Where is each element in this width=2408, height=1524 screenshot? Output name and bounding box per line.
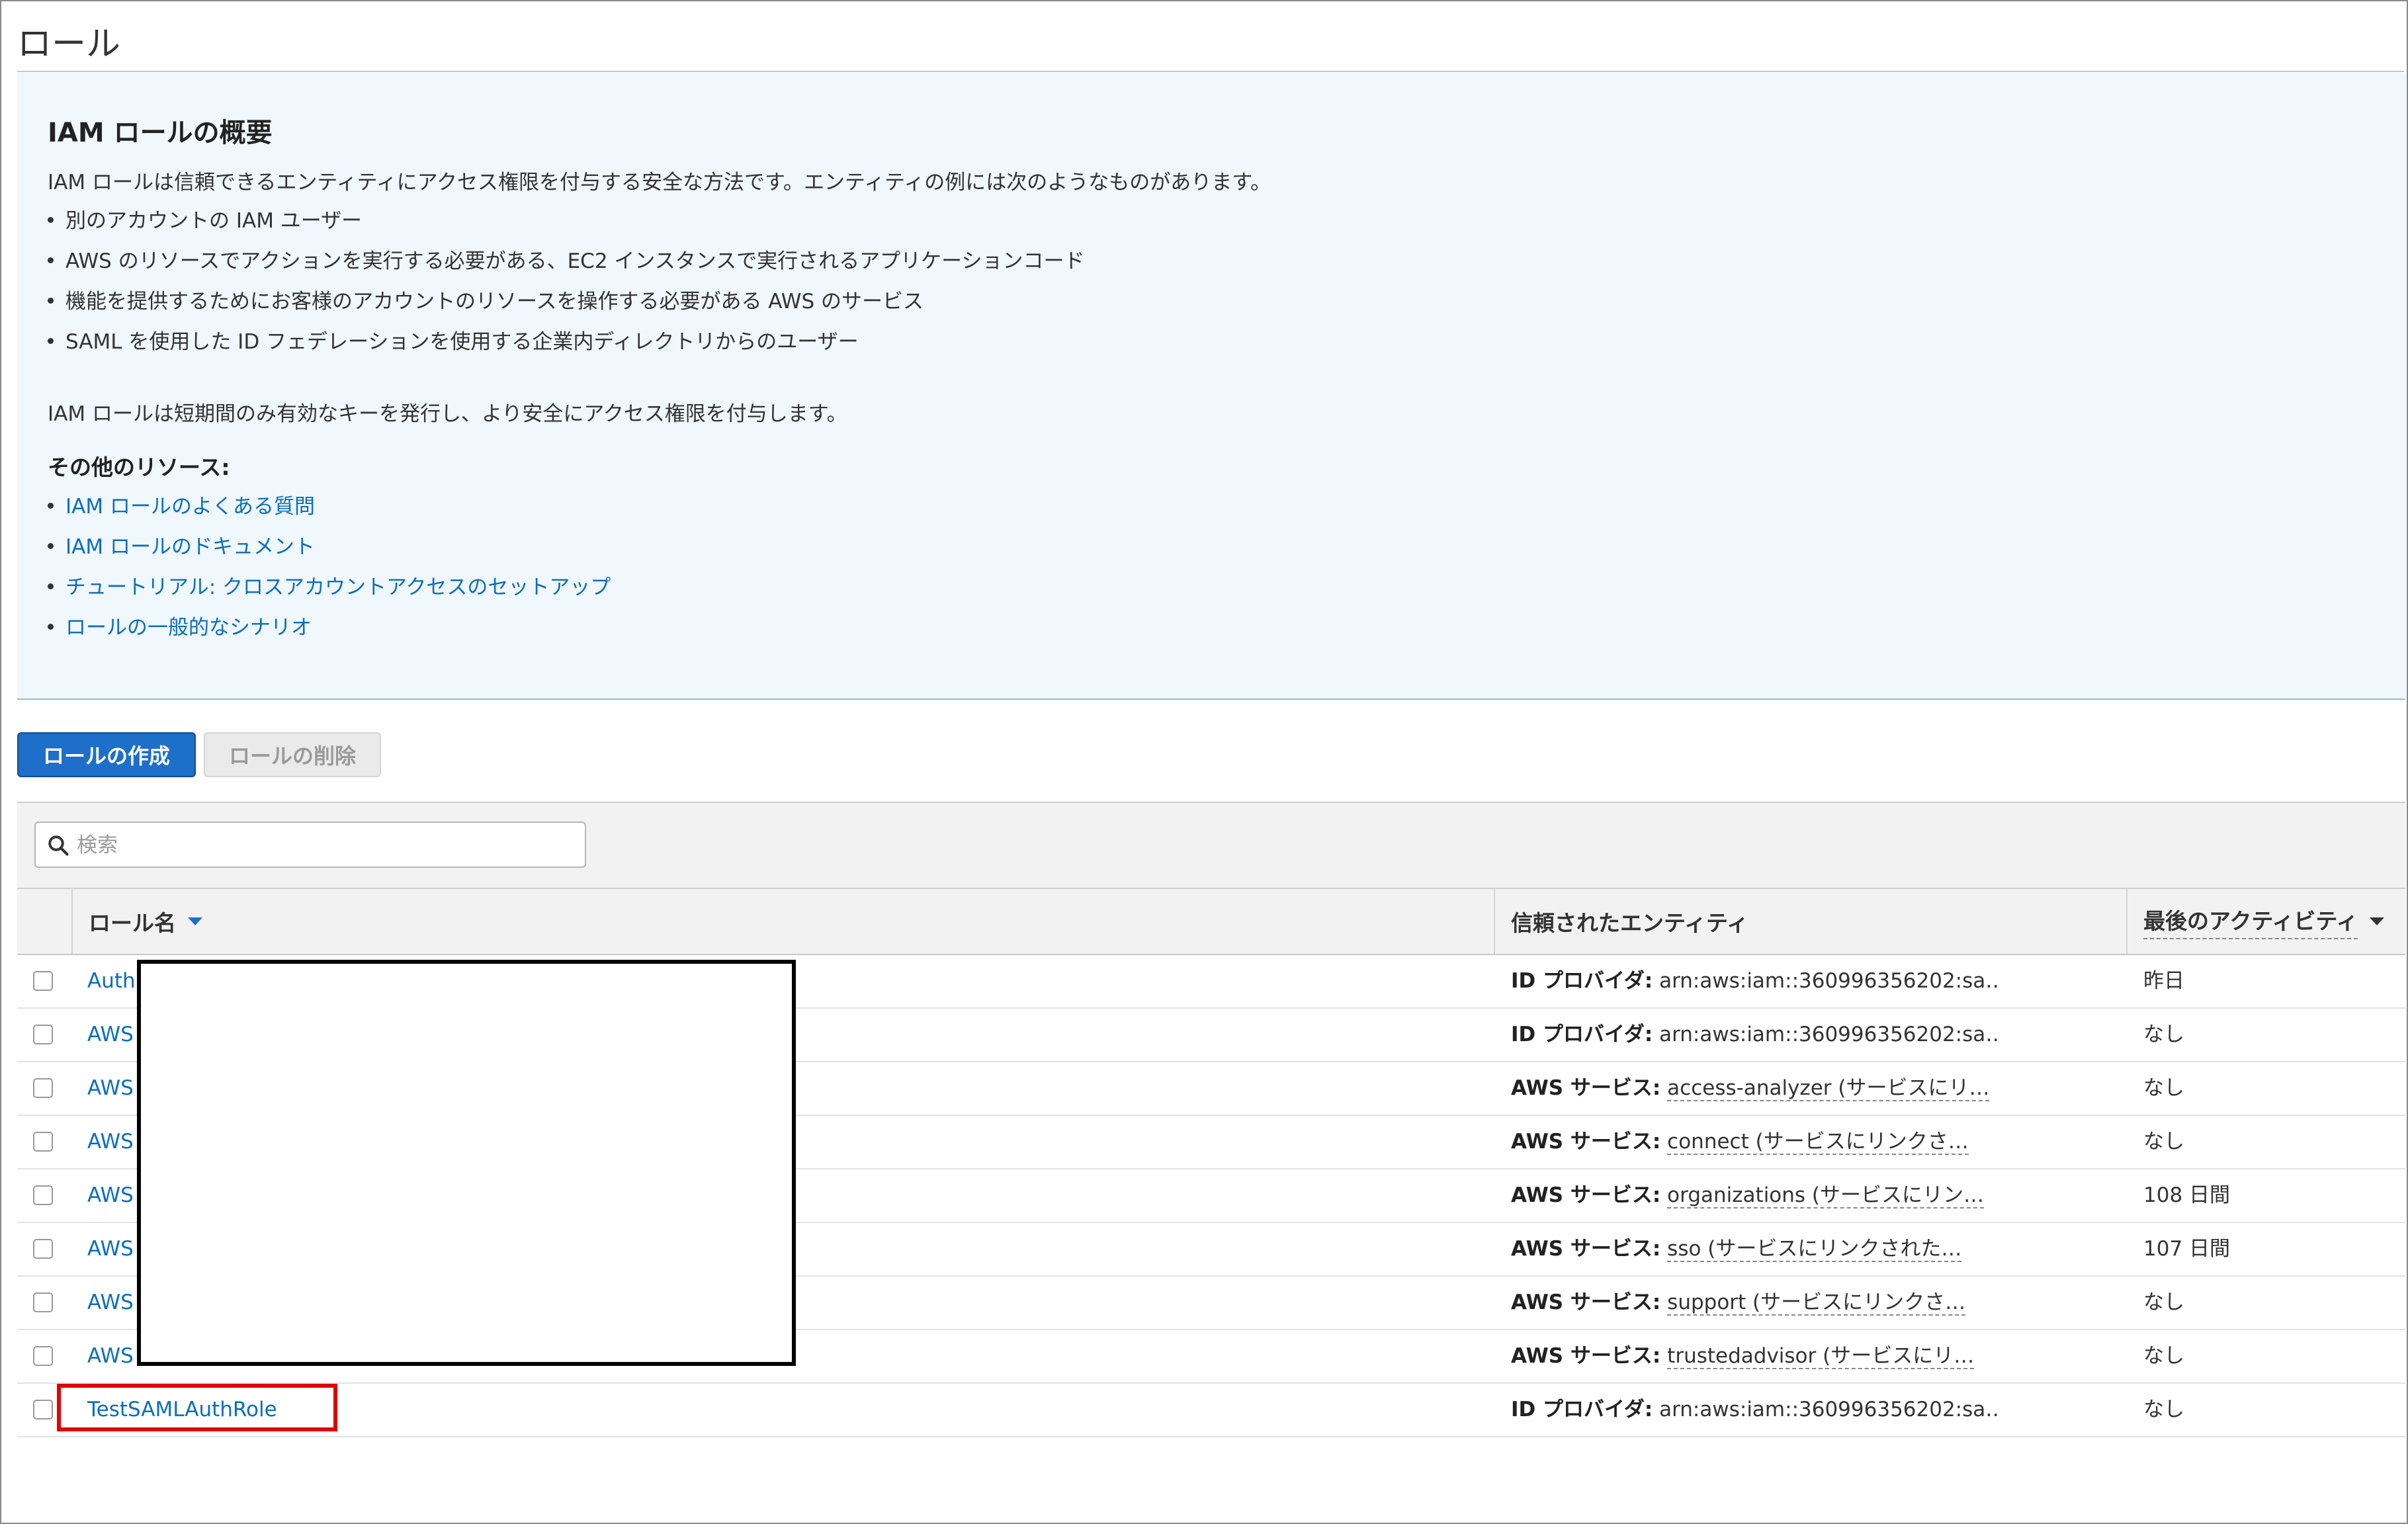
title-divider [17, 71, 2404, 72]
trusted-entity: ID プロバイダ: arn:aws:iam::360996356202:sa… [1511, 1023, 2000, 1046]
row-checkbox[interactable] [33, 1132, 53, 1152]
role-name-link[interactable]: AWS [87, 1223, 134, 1275]
list-item: ロールの一般的なシナリオ [48, 608, 611, 648]
list-item: チュートリアル: クロスアカウントアクセスのセットアップ [48, 568, 611, 608]
sort-caret-icon [2370, 917, 2385, 925]
list-item: 機能を提供するためにお客様のアカウントのリソースを操作する必要がある AWS の… [48, 282, 1085, 322]
resource-link-list: IAM ロールのよくある質問 IAM ロールのドキュメント チュートリアル: ク… [48, 487, 611, 648]
role-name-link[interactable]: Auth [87, 955, 136, 1007]
row-checkbox[interactable] [33, 1185, 53, 1205]
redaction-box [137, 960, 796, 1366]
link-roles-faq[interactable]: IAM ロールのよくある質問 [65, 495, 315, 519]
trusted-entity: AWS サービス: organizations (サービスにリン… [1511, 1183, 1985, 1208]
column-header-last-activity[interactable]: 最後のアクティビティ [2128, 889, 2405, 954]
resources-heading: その他のリソース: [48, 454, 230, 480]
trusted-entity: AWS サービス: access-analyzer (サービスにリ… [1511, 1076, 1990, 1101]
trusted-entity: ID プロバイダ: arn:aws:iam::360996356202:sa… [1511, 1398, 2000, 1421]
list-item: IAM ロールのよくある質問 [48, 487, 611, 527]
table-row: TestSAMLAuthRole ID プロバイダ: arn:aws:iam::… [17, 1384, 2405, 1437]
role-name-link[interactable]: AWS [87, 1277, 134, 1329]
last-activity: なし [2143, 1130, 2184, 1154]
link-common-scenarios[interactable]: ロールの一般的なシナリオ [65, 616, 312, 640]
column-header-trusted-entity: 信頼されたエンティティ [1495, 889, 2128, 954]
row-checkbox[interactable] [33, 1239, 53, 1259]
role-name-link[interactable]: AWS [87, 1009, 134, 1061]
last-activity: なし [2143, 1076, 2184, 1100]
row-checkbox[interactable] [33, 971, 53, 991]
trusted-entity: ID プロバイダ: arn:aws:iam::360996356202:sa… [1511, 969, 2000, 993]
sort-descending-icon [188, 917, 202, 925]
row-checkbox[interactable] [33, 1346, 53, 1366]
last-activity: なし [2143, 1344, 2184, 1368]
row-checkbox[interactable] [33, 1025, 53, 1044]
trusted-entity: AWS サービス: sso (サービスにリンクされた… [1511, 1237, 1962, 1262]
link-cross-account-tutorial[interactable]: チュートリアル: クロスアカウントアクセスのセットアップ [65, 575, 611, 599]
row-checkbox[interactable] [33, 1400, 53, 1419]
last-activity: 107 日間 [2143, 1237, 2231, 1261]
last-activity: 昨日 [2143, 969, 2184, 993]
role-name-link[interactable]: AWS [87, 1330, 134, 1382]
page-title: ロール [17, 24, 121, 64]
trusted-entity: AWS サービス: support (サービスにリンクさ… [1511, 1291, 1966, 1316]
create-role-button[interactable]: ロールの作成 [17, 732, 196, 777]
search-input[interactable] [75, 829, 568, 861]
list-item: 別のアカウントの IAM ユーザー [48, 201, 1085, 241]
highlight-box [57, 1384, 337, 1431]
row-checkbox[interactable] [33, 1078, 53, 1098]
list-item: IAM ロールのドキュメント [48, 527, 611, 568]
entity-example-list: 別のアカウントの IAM ユーザー AWS のリソースでアクションを実行する必要… [48, 201, 1085, 362]
list-item: SAML を使用した ID フェデレーションを使用する企業内ディレクトリからのユ… [48, 322, 1085, 362]
table-toolbar [17, 802, 2405, 889]
info-heading: IAM ロールの概要 [48, 118, 273, 148]
role-name-link[interactable]: AWS [87, 1169, 134, 1222]
trusted-entity: AWS サービス: connect (サービスにリンクさ… [1511, 1130, 1969, 1155]
role-name-link[interactable]: AWS [87, 1116, 134, 1168]
last-activity: なし [2143, 1291, 2184, 1314]
table-header: ロール名 信頼されたエンティティ 最後のアクティビティ [17, 889, 2405, 955]
trusted-entity: AWS サービス: trustedadvisor (サービスにリ… [1511, 1344, 1975, 1369]
row-checkbox[interactable] [33, 1292, 53, 1312]
info-summary: IAM ロールは短期間のみ有効なキーを発行し、より安全にアクセス権限を付与します… [48, 402, 847, 426]
info-intro: IAM ロールは信頼できるエンティティにアクセス権限を付与する安全な方法です。エ… [48, 171, 1271, 194]
search-box[interactable] [34, 822, 586, 868]
column-header-role-name[interactable]: ロール名 [73, 889, 1495, 954]
header-select-column [17, 889, 73, 954]
last-activity: 108 日間 [2143, 1183, 2231, 1207]
link-roles-docs[interactable]: IAM ロールのドキュメント [65, 535, 315, 559]
role-name-link[interactable]: AWS [87, 1062, 134, 1115]
delete-role-button[interactable]: ロールの削除 [204, 732, 381, 777]
last-activity: なし [2143, 1023, 2184, 1046]
last-activity: なし [2143, 1398, 2184, 1421]
info-panel: IAM ロールの概要 IAM ロールは信頼できるエンティティにアクセス権限を付与… [17, 73, 2405, 700]
list-item: AWS のリソースでアクションを実行する必要がある、EC2 インスタンスで実行さ… [48, 241, 1085, 282]
search-icon [48, 835, 69, 856]
